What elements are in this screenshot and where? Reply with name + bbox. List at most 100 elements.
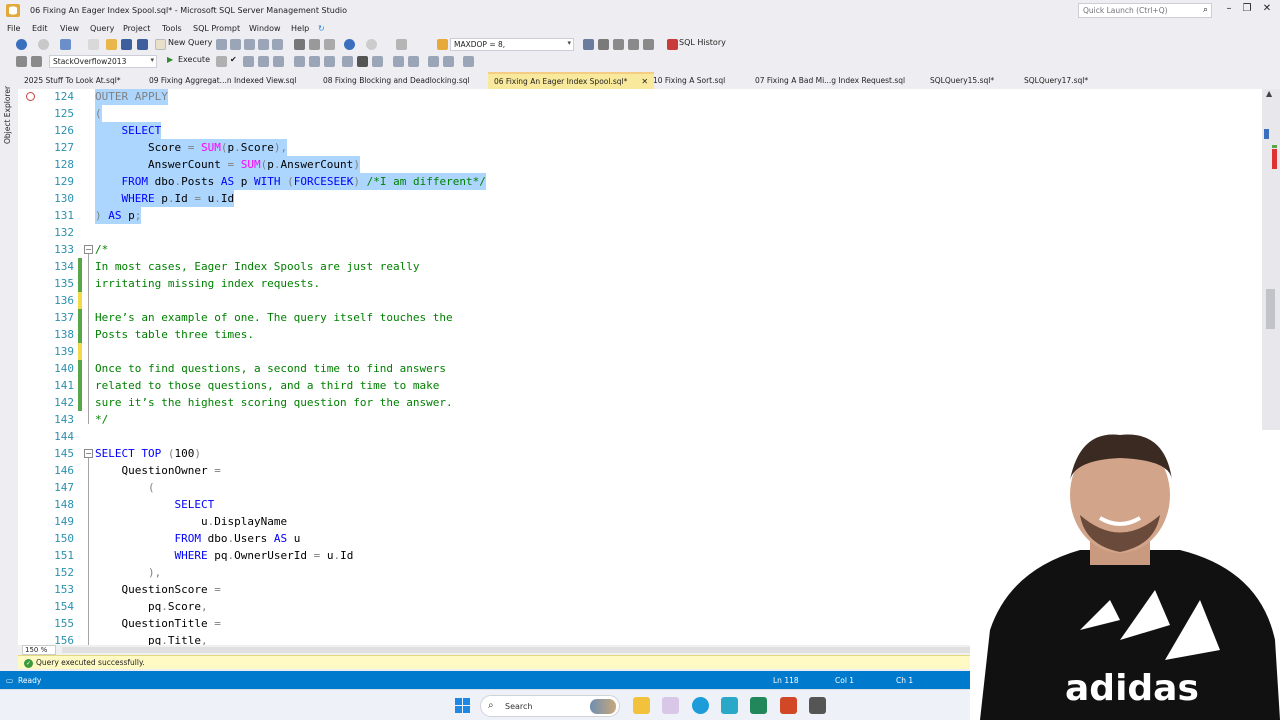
tab-06-fixing-eager-index-spool[interactable]: 06 Fixing An Eager Index Spool.sql* ✕ xyxy=(488,72,655,89)
menu-view[interactable]: View xyxy=(60,24,79,33)
code-line[interactable]: 139 xyxy=(18,343,1262,360)
code-line[interactable]: 133 −/* xyxy=(18,241,1262,258)
sql-prompt-icon[interactable] xyxy=(437,39,448,50)
properties-icon[interactable] xyxy=(613,39,624,50)
code-line[interactable]: 142 sure it’s the highest scoring questio… xyxy=(18,394,1262,411)
tab-sqlquery15[interactable]: SQLQuery15.sql* xyxy=(924,72,1000,89)
new-file-icon[interactable] xyxy=(88,39,99,50)
back-icon[interactable] xyxy=(16,39,27,50)
code-line[interactable]: 127 Score = SUM(p.Score), xyxy=(18,139,1262,156)
scroll-thumb[interactable] xyxy=(1266,289,1275,329)
new-query-icon[interactable] xyxy=(155,39,166,50)
tab-2025-stuff[interactable]: 2025 Stuff To Look At.sql* xyxy=(18,72,127,89)
sql-history-button[interactable]: SQL History xyxy=(679,38,726,51)
menu-window[interactable]: Window xyxy=(249,24,281,33)
mdx-query-icon[interactable] xyxy=(230,39,241,50)
object-explorer-icon[interactable] xyxy=(583,39,594,50)
code-line[interactable]: 141 related to those questions, and a thi… xyxy=(18,377,1262,394)
live-stats-icon[interactable] xyxy=(309,56,320,67)
menu-sql-prompt[interactable]: SQL Prompt xyxy=(193,24,240,33)
tab-sqlquery17[interactable]: SQLQuery17.sql* xyxy=(1018,72,1094,89)
dmx-query-icon[interactable] xyxy=(244,39,255,50)
quick-launch-input[interactable]: Quick Launch (Ctrl+Q) ⌕ xyxy=(1078,3,1212,18)
calculator-icon[interactable] xyxy=(809,697,826,714)
results-grid-icon[interactable] xyxy=(357,56,368,67)
refresh-icon[interactable]: ↻ xyxy=(318,24,325,33)
code-line[interactable]: 134 In most cases, Eager Index Spools are… xyxy=(18,258,1262,275)
code-line[interactable]: 135 irritating missing index requests. xyxy=(18,275,1262,292)
code-line[interactable]: 136 xyxy=(18,292,1262,309)
sql-history-icon[interactable] xyxy=(667,39,678,50)
code-line[interactable]: 129 FROM dbo.Posts AS p WITH (FORCESEEK)… xyxy=(18,173,1262,190)
parse-icon[interactable]: ✔ xyxy=(230,55,237,68)
execute-button[interactable]: Execute xyxy=(178,55,210,68)
open-file-icon[interactable] xyxy=(106,39,117,50)
display-plan-icon[interactable] xyxy=(243,56,254,67)
powerpoint-icon[interactable] xyxy=(780,697,797,714)
code-line[interactable]: 124 OUTER APPLY xyxy=(18,89,1262,105)
maxdop-combo[interactable]: MAXDOP = 8, ▾ xyxy=(450,38,574,51)
cancel-query-icon[interactable] xyxy=(216,56,227,67)
close-window-icon[interactable]: ✕ xyxy=(1258,3,1276,17)
minimize-icon[interactable]: – xyxy=(1220,3,1238,17)
taskbar-search[interactable]: ⌕ Search xyxy=(480,695,620,717)
ssms-app-icon[interactable] xyxy=(662,697,679,714)
layout-icon[interactable] xyxy=(643,39,654,50)
database-select[interactable]: StackOverflow2013 ▾ xyxy=(49,55,157,68)
edge-icon[interactable] xyxy=(692,697,709,714)
paste-icon[interactable] xyxy=(324,39,335,50)
increase-indent-icon[interactable] xyxy=(443,56,454,67)
code-line[interactable]: 143 */ xyxy=(18,411,1262,428)
comment-icon[interactable] xyxy=(393,56,404,67)
code-line[interactable]: 128 AnswerCount = SUM(p.AnswerCount) xyxy=(18,156,1262,173)
save-icon[interactable] xyxy=(121,39,132,50)
menu-file[interactable]: File xyxy=(7,24,20,33)
scroll-up-icon[interactable]: ▲ xyxy=(1266,89,1272,98)
forward-icon[interactable] xyxy=(38,39,49,50)
menu-help[interactable]: Help xyxy=(291,24,309,33)
code-line[interactable]: 132 xyxy=(18,224,1262,241)
toggle-icon[interactable] xyxy=(396,39,407,50)
collapse-icon[interactable]: − xyxy=(84,449,93,458)
decrease-indent-icon[interactable] xyxy=(428,56,439,67)
tab-08-fixing-blocking[interactable]: 08 Fixing Blocking and Deadlocking.sql xyxy=(317,72,476,89)
code-line[interactable]: 125 ( xyxy=(18,105,1262,122)
specify-values-icon[interactable] xyxy=(463,56,474,67)
copy-icon[interactable] xyxy=(309,39,320,50)
db-engine-query-icon[interactable] xyxy=(216,39,227,50)
code-line[interactable]: 140 Once to find questions, a second time… xyxy=(18,360,1262,377)
menu-edit[interactable]: Edit xyxy=(32,24,48,33)
zoom-select[interactable]: 150 % xyxy=(22,645,56,655)
menu-project[interactable]: Project xyxy=(123,24,150,33)
client-stats-icon[interactable] xyxy=(324,56,335,67)
code-line[interactable]: 126 SELECT xyxy=(18,122,1262,139)
xmla-query-icon[interactable] xyxy=(258,39,269,50)
tools-icon[interactable] xyxy=(598,39,609,50)
object-explorer-tab[interactable]: Object Explorer xyxy=(3,74,13,144)
change-connection-icon[interactable] xyxy=(31,56,42,67)
object-explorer-strip[interactable]: Object Explorer xyxy=(0,72,18,672)
results-text-icon[interactable] xyxy=(342,56,353,67)
tab-09-fixing-aggregat[interactable]: 09 Fixing Aggregat...n Indexed View.sql xyxy=(143,72,302,89)
new-query-button[interactable]: New Query xyxy=(168,38,212,51)
bookmark-icon[interactable] xyxy=(26,92,35,101)
tab-07-fixing-bad-missing-index[interactable]: 07 Fixing A Bad Mi...g Index Request.sql xyxy=(749,72,911,89)
code-line[interactable]: 137 Here’s an example of one. The query i… xyxy=(18,309,1262,326)
code-line[interactable]: 138 Posts table three times. xyxy=(18,326,1262,343)
intellisense-icon[interactable] xyxy=(273,56,284,67)
excel-icon[interactable] xyxy=(750,697,767,714)
cut-icon[interactable] xyxy=(294,39,305,50)
tab-10-fixing-a-sort[interactable]: 10 Fixing A Sort.sql xyxy=(647,72,731,89)
save-all-icon[interactable] xyxy=(137,39,148,50)
uncomment-icon[interactable] xyxy=(408,56,419,67)
restore-icon[interactable]: ❐ xyxy=(1238,3,1256,17)
include-plan-icon[interactable] xyxy=(294,56,305,67)
file-explorer-icon[interactable] xyxy=(633,697,650,714)
app-icon[interactable] xyxy=(721,697,738,714)
results-file-icon[interactable] xyxy=(372,56,383,67)
query-options-icon[interactable] xyxy=(258,56,269,67)
redo-icon[interactable] xyxy=(366,39,377,50)
connect-icon[interactable] xyxy=(16,56,27,67)
dax-query-icon[interactable] xyxy=(272,39,283,50)
undo-icon[interactable] xyxy=(344,39,355,50)
